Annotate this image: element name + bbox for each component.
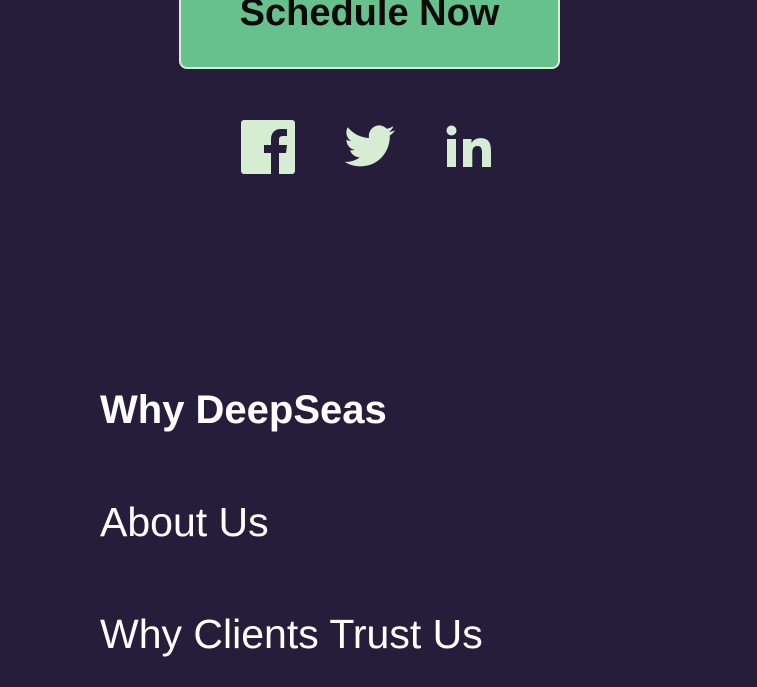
footer-heading: Why DeepSeas — [100, 388, 387, 432]
schedule-now-button[interactable]: Schedule Now — [179, 0, 560, 69]
facebook-link[interactable] — [241, 120, 295, 174]
why-clients-trust-us-link[interactable]: Why Clients Trust Us — [100, 609, 483, 659]
twitter-link[interactable] — [343, 120, 397, 174]
twitter-icon — [344, 125, 395, 167]
linkedin-link[interactable] — [444, 120, 498, 174]
about-us-link[interactable]: About Us — [100, 497, 269, 547]
facebook-icon — [241, 120, 295, 174]
linkedin-icon — [446, 125, 491, 167]
